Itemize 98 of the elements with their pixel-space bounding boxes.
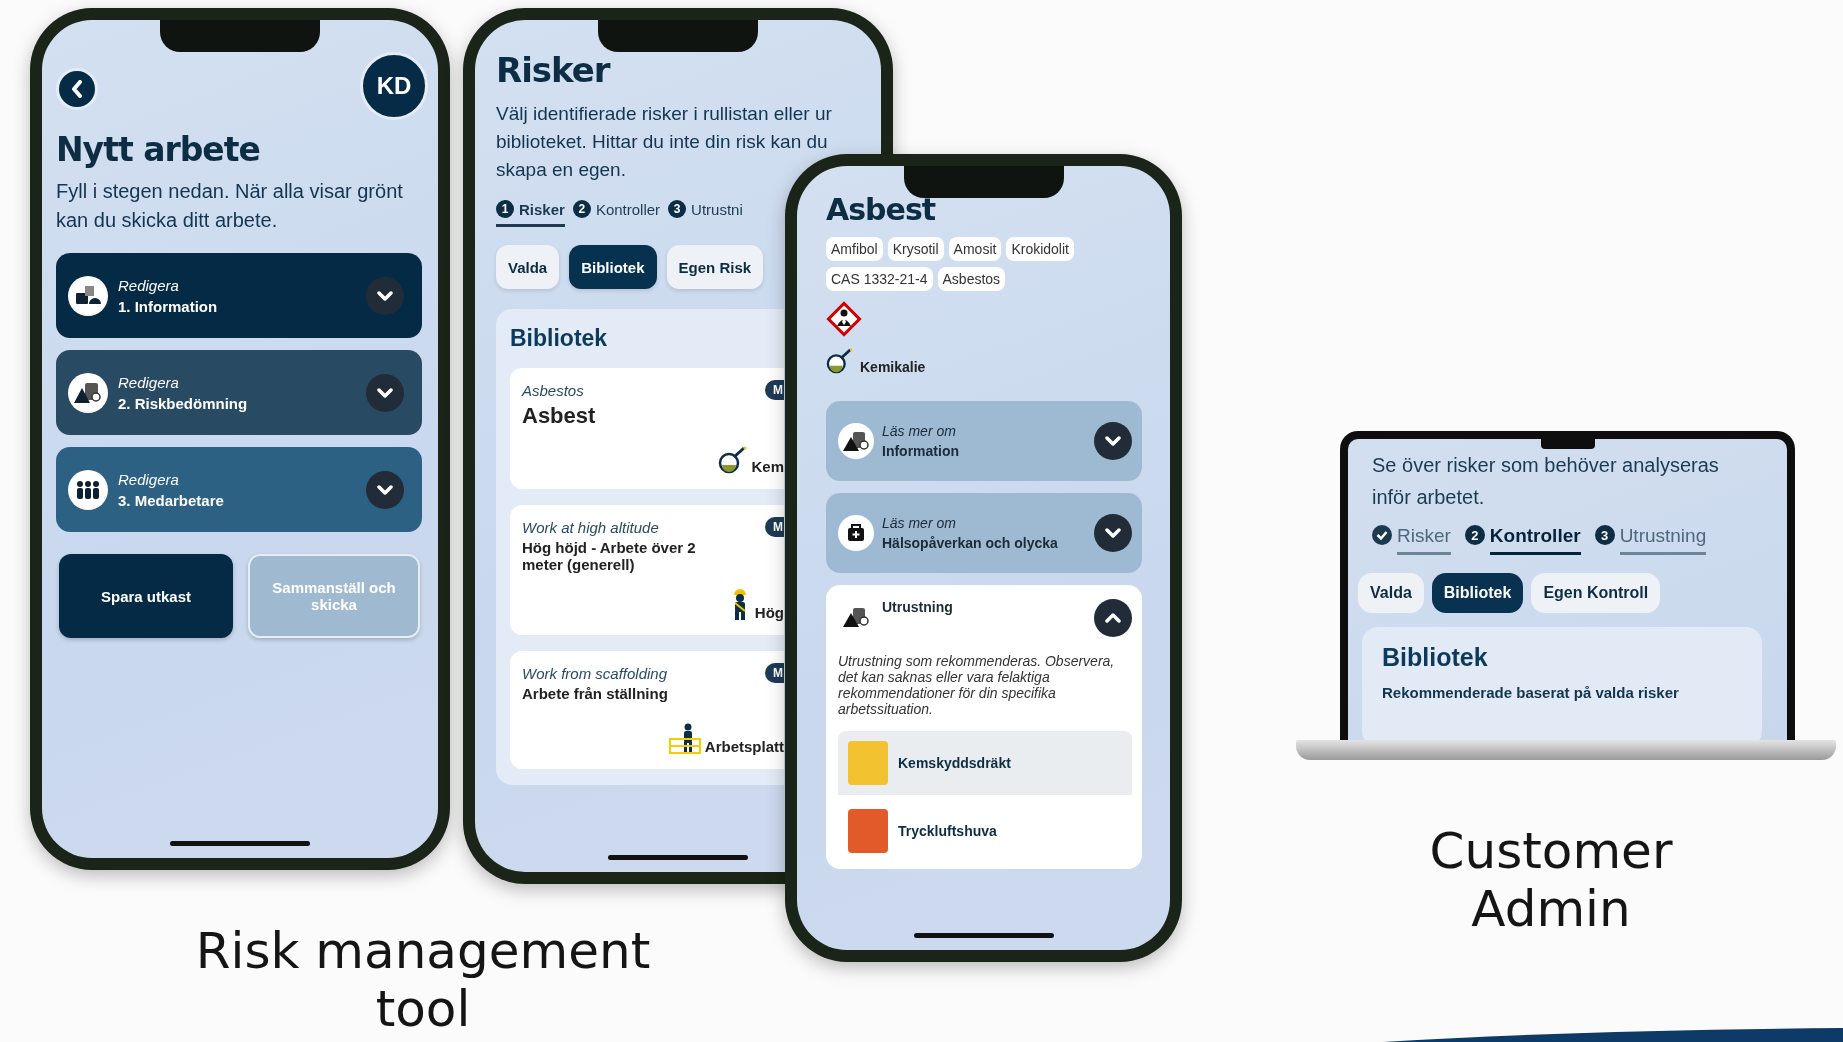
section-title: Hälsopåverkan och olycka [882,535,1059,551]
panel-title: Bibliotek [510,325,609,352]
section-title: Utrustning [882,599,954,615]
step-icon [68,469,108,510]
step-tab[interactable]: 3 Utrustni [668,200,743,227]
action-button[interactable]: Spara utkast [59,554,233,638]
step-number: 2 [1464,525,1485,545]
step-number: 3 [1594,525,1615,545]
expand-button[interactable] [366,470,404,509]
step-tab[interactable]: Risker [1372,525,1451,557]
tag: Amosit [948,237,1002,261]
step-tab[interactable]: 2 Kontroller [1464,525,1581,557]
section-title: Information [882,443,960,459]
risk-subtitle: Work from scaffolding [522,665,669,682]
filter-tab[interactable]: Egen Risk [666,245,764,289]
tag: Asbestos [937,267,1006,291]
risk-title: Hög höjd - Arbete över 2 meter (generell) [522,539,697,573]
section-prefix: Läs mer om [882,423,957,439]
panel-title: Bibliotek [1382,643,1489,672]
step-label: 2. Riskbedömning [118,394,249,412]
section-prefix: Läs mer om [882,515,957,531]
scaffold-worker-icon [667,723,702,755]
expand-button[interactable] [366,276,404,315]
step-tab[interactable]: 1 Risker [496,200,565,227]
photo-placeholder [848,741,888,785]
risk-level-badge: M [765,663,784,683]
tag: Krysotil [887,237,944,261]
chevron-down-icon [1105,528,1121,538]
equipment-name: Tryckluftshuva [898,823,997,839]
caption: Customer Admin [1428,822,1674,938]
equipment-name: Kemskyddsdräkt [898,755,1011,771]
step-number: 2 [572,200,591,218]
risk-title: Arbete från ställning [522,685,669,702]
risk-card[interactable]: Asbestos Asbest M Kem [510,368,784,489]
step-card[interactable]: Redigera 1. Information [56,253,422,338]
chevron-down-icon [377,290,393,301]
screen-title: Risker [496,50,612,90]
photo-placeholder [848,809,888,853]
step-card[interactable]: Redigera 2. Riskbedömning [56,350,422,435]
camera-notch [1540,439,1595,449]
risk-category: Arbetsplatt [704,738,784,755]
filter-tab[interactable]: Bibliotek [1431,573,1524,613]
expand-button[interactable] [1094,599,1132,637]
flask-icon [718,445,749,475]
risk-card[interactable]: Work at high altitude Hög höjd - Arbete över 2 meter (generell) M Hög [510,505,784,635]
panel-subtitle: Rekommenderade baserat på valda risker [1382,684,1680,701]
filter-tab[interactable]: Egen Kontroll [1531,573,1661,613]
chevron-down-icon [377,387,393,398]
risk-card[interactable]: Work from scaffolding Arbete från ställning M Arbetsplatt [510,651,784,769]
info-section[interactable]: Läs mer om Hälsopåverkan och olycka [826,493,1142,573]
chevron-up-icon [1105,613,1121,623]
risk-level-badge: M [765,380,784,400]
step-tab[interactable]: 3 Utrustning [1594,525,1707,557]
equipment-item[interactable]: Tryckluftshuva [838,799,1132,863]
step-tab[interactable]: 2 Kontroller [572,200,661,227]
tag: Amfibol [826,237,883,261]
screen-title: Asbest [826,192,937,227]
info-section[interactable]: Läs mer om Information [826,401,1142,481]
category-label: Kemikalie [860,359,926,375]
back-icon [70,80,84,98]
step-label: 1. Information [118,297,219,315]
info-section[interactable]: Utrustning Utrustning som rekommenderas. Observera, det kan saknas eller vara felaktiga rekommendationer för din specifika arbetssituation. Kemskyddsdräkt Tryckluftshuva [826,585,1142,869]
section-description: Utrustning som rekommenderas. Observera, det kan saknas eller vara felaktiga rekommendationer för din specifika arbetssituation. [838,653,1116,717]
step-icon [68,372,108,413]
risk-title: Asbest [522,402,597,430]
tag: Krokidolit [1006,237,1074,261]
expand-button[interactable] [366,373,404,412]
expand-button[interactable] [1094,422,1132,460]
expand-button[interactable] [1094,514,1132,552]
step-action: Redigera [118,470,180,488]
step-card[interactable]: Redigera 3. Medarbetare [56,447,422,532]
screen-description: Välj identifierade risker i rullistan eller ur biblioteket. Hittar du inte din risk kan du skapa en egen. [496,102,833,182]
back-button[interactable] [56,68,98,110]
screen-title: Nytt arbete [56,130,261,169]
user-avatar[interactable]: KD [360,52,428,120]
screen-description: Se över risker som behöver analyseras inför arbetet. [1372,453,1720,510]
risk-level-badge: M [765,517,784,537]
equipment-item[interactable]: Kemskyddsdräkt [838,731,1132,795]
risk-subtitle: Work at high altitude [522,519,660,536]
screen-description: Fyll i stegen nedan. När alla visar grönt kan du skicka ditt arbete. [56,179,404,233]
risk-category: Kem [751,458,784,475]
step-number: 1 [496,200,514,218]
chevron-down-icon [377,484,393,495]
filter-tab[interactable]: Valda [496,245,560,289]
filter-tab[interactable]: Valda [1358,573,1424,613]
step-number: 3 [668,200,687,218]
chevron-down-icon [1105,436,1121,446]
risk-subtitle: Asbestos [522,382,585,399]
risk-category: Hög [754,604,784,621]
step-action: Redigera [118,276,180,294]
caption: Risk management tool [194,922,652,1038]
step-action: Redigera [118,373,180,391]
filter-tab[interactable]: Bibliotek [569,245,657,289]
flask-icon [826,347,854,375]
step-icon [68,275,108,316]
first-aid-kit-icon [838,515,874,551]
step-label: 3. Medarbetare [118,491,225,509]
tag: CAS 1332-21-4 [826,267,933,291]
